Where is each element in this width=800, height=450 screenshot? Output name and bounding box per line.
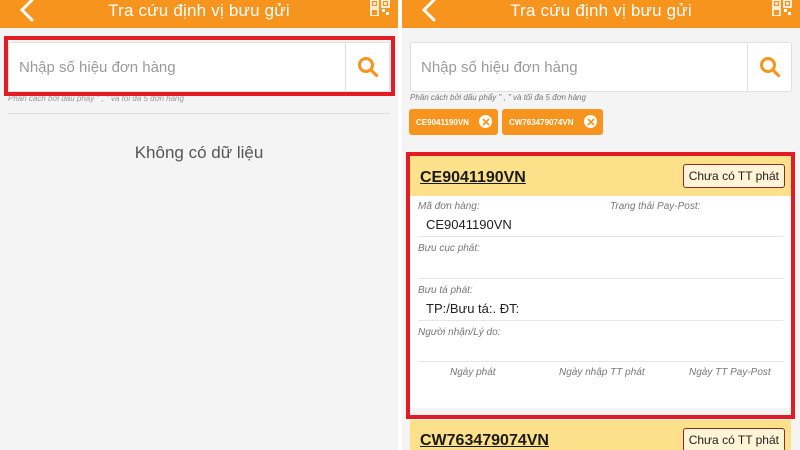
close-icon[interactable] (584, 115, 597, 128)
search-box (410, 42, 792, 92)
app-header: Tra cứu định vị bưu gửi (402, 0, 800, 28)
tracking-chip[interactable]: CW763479074VN (502, 109, 603, 135)
tracking-result-card: CW763479074VN Chưa có TT phát (410, 420, 791, 450)
status-button[interactable]: Chưa có TT phát (682, 428, 785, 450)
chip-label: CE9041190VN (416, 117, 469, 127)
left-screen: Tra cứu định vị bưu gửi Phân cách bởi dấ… (0, 0, 398, 450)
search-icon (759, 57, 780, 78)
search-button[interactable] (747, 43, 791, 91)
tracking-chip[interactable]: CE9041190VN (409, 109, 498, 135)
highlight-box (4, 36, 395, 96)
divider (8, 113, 390, 114)
highlight-box (406, 152, 795, 419)
page-title: Tra cứu định vị bưu gửi (108, 1, 290, 20)
search-input[interactable] (411, 43, 749, 91)
chip-label: CW763479074VN (509, 117, 574, 127)
qr-code-icon[interactable] (772, 0, 792, 16)
screenshot: Tra cứu định vị bưu gửi Phân cách bởi dấ… (0, 0, 800, 450)
search-hint: Phân cách bởi dấu phẩy " , " và tối đa 5… (410, 93, 586, 102)
close-icon[interactable] (479, 115, 492, 128)
empty-state-text: Không có dữ liệu (134, 143, 264, 162)
right-screen: Tra cứu định vị bưu gửi Phân cách bởi dấ… (402, 0, 800, 450)
app-header: Tra cứu định vị bưu gửi (0, 0, 398, 28)
qr-code-icon[interactable] (370, 0, 390, 16)
tracking-code-link[interactable]: CW763479074VN (420, 432, 549, 450)
page-title: Tra cứu định vị bưu gửi (510, 1, 692, 20)
